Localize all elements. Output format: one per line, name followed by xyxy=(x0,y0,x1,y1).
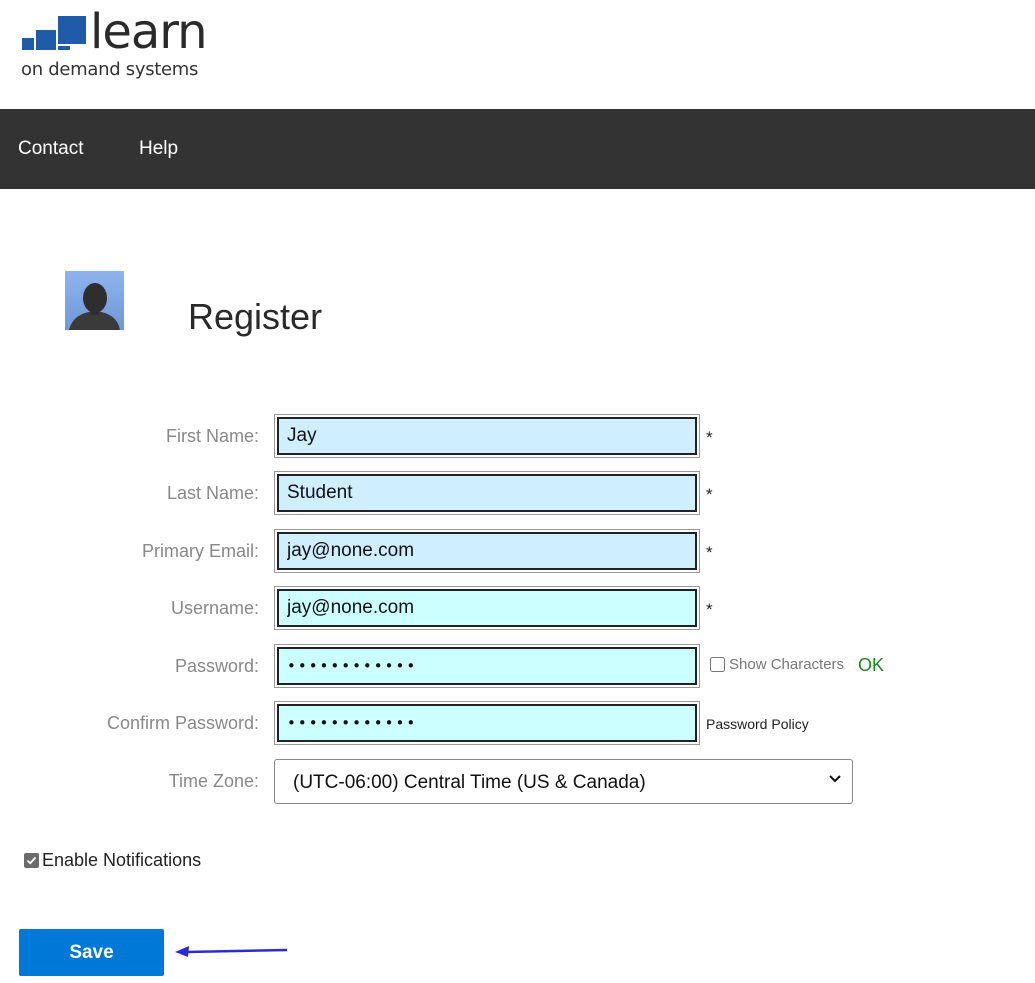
password-label: Password: xyxy=(174,656,259,676)
nav-item-help[interactable]: Help xyxy=(139,138,178,160)
logo-squares-icon xyxy=(20,14,90,54)
last-name-label: Last Name: xyxy=(166,483,259,503)
confirm-password-row: Confirm Password: Password Policy xyxy=(0,701,1035,747)
chevron-down-icon xyxy=(829,775,841,783)
last-name-field-frame xyxy=(274,471,700,515)
password-status: OK xyxy=(858,655,885,675)
enable-notifications-checkbox[interactable] xyxy=(24,853,39,868)
first-name-field-frame xyxy=(274,414,700,458)
time-zone-value: (UTC-06:00) Central Time (US & Canada) xyxy=(293,772,646,793)
required-marker: * xyxy=(706,543,713,562)
time-zone-label: Time Zone: xyxy=(168,771,259,791)
primary-email-row: Primary Email: * xyxy=(0,529,1035,575)
logo: learn on demand systems xyxy=(20,4,220,84)
first-name-row: First Name: * xyxy=(0,414,1035,460)
first-name-label: First Name: xyxy=(165,426,259,446)
confirm-password-input[interactable] xyxy=(277,704,697,742)
password-field-frame xyxy=(274,644,700,688)
nav-item-contact[interactable]: Contact xyxy=(18,138,83,160)
logo-tagline: on demand systems xyxy=(21,59,199,80)
required-marker: * xyxy=(706,600,713,619)
checkmark-icon xyxy=(26,856,37,865)
avatar xyxy=(65,271,124,330)
last-name-row: Last Name: * xyxy=(0,471,1035,517)
username-input[interactable] xyxy=(277,589,697,627)
username-label: Username: xyxy=(170,598,259,618)
primary-email-field-frame xyxy=(274,529,700,573)
primary-email-label: Primary Email: xyxy=(141,541,259,561)
primary-email-input[interactable] xyxy=(277,532,697,570)
logo-word: learn xyxy=(90,4,208,60)
password-row: Password: Show Characters OK xyxy=(0,644,1035,690)
time-zone-row: Time Zone: (UTC-06:00) Central Time (US … xyxy=(0,759,1035,805)
show-characters-label: Show Characters xyxy=(729,656,845,673)
arrow-left-icon xyxy=(175,946,288,957)
show-characters-checkbox[interactable] xyxy=(710,657,725,672)
first-name-input[interactable] xyxy=(277,417,697,455)
username-field-frame xyxy=(274,586,700,630)
enable-notifications-label: Enable Notifications xyxy=(42,850,202,870)
confirm-password-field-frame xyxy=(274,701,700,745)
confirm-password-label: Confirm Password: xyxy=(106,713,259,733)
show-characters-toggle[interactable]: Show Characters xyxy=(710,656,844,673)
username-row: Username: * xyxy=(0,586,1035,632)
time-zone-select[interactable]: (UTC-06:00) Central Time (US & Canada) xyxy=(274,759,853,804)
user-silhouette-icon xyxy=(69,283,120,330)
page-title: Register xyxy=(188,296,323,337)
required-marker: * xyxy=(706,428,713,447)
password-policy-link[interactable]: Password Policy xyxy=(706,716,809,732)
required-marker: * xyxy=(706,485,713,504)
enable-notifications-toggle[interactable]: Enable Notifications xyxy=(24,850,201,871)
save-button[interactable]: Save xyxy=(19,929,164,976)
password-input[interactable] xyxy=(277,647,697,685)
last-name-input[interactable] xyxy=(277,474,697,512)
top-nav: Contact Help xyxy=(0,109,1035,189)
